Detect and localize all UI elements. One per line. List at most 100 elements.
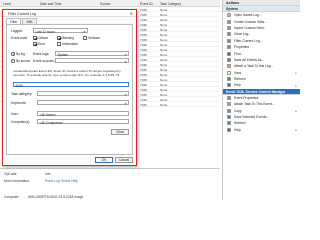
action-item-label: Save All Events As... — [234, 57, 265, 62]
computer-label: Computer: — [4, 195, 20, 199]
submenu-arrow-icon: ▸ — [295, 83, 297, 88]
dialog-titlebar: Filter Current Log ✕ — [3, 10, 136, 17]
save-icon — [227, 57, 231, 62]
more-info-link[interactable]: Event Log Online Help — [45, 179, 78, 183]
event-sources-label: Event sources: — [33, 59, 55, 63]
table-cell: 7036 — [140, 102, 147, 107]
action-item-label: Clear Log... — [234, 32, 252, 37]
event-details-pane: OpCode: Info More Information: Event Log… — [0, 168, 220, 200]
chevron-down-icon: ▼ — [83, 29, 86, 34]
radio-by-log-dot[interactable] — [11, 52, 15, 56]
copy-icon — [227, 108, 231, 113]
user-input[interactable]: <All Users> — [37, 111, 129, 117]
checkbox-error-box[interactable] — [33, 42, 37, 46]
checkbox-critical-box[interactable] — [33, 36, 37, 40]
event-id-hint: Includes/Excludes Event IDs: Enter ID nu… — [13, 69, 121, 78]
checkbox-error-label: Error — [38, 42, 46, 46]
opcode-label: OpCode: — [4, 172, 18, 176]
filter-current-log-dialog: Filter Current Log ✕ Filter XML Logged: … — [2, 9, 137, 166]
action-item-label: Refresh — [234, 77, 246, 82]
find-icon — [227, 51, 231, 56]
help-icon — [227, 127, 231, 132]
chevron-down-icon: ▼ — [124, 101, 127, 106]
action-item[interactable]: Help ▸ — [223, 82, 300, 88]
computer-input[interactable]: <All Computers> — [37, 119, 129, 125]
refresh-icon — [227, 77, 231, 82]
action-item-label: View — [234, 70, 242, 75]
task-category-label: Task category: — [11, 92, 33, 96]
dialog-title: Filter Current Log — [8, 11, 36, 16]
action-item[interactable]: Help ▸ — [223, 127, 300, 133]
checkbox-warning-box[interactable] — [57, 36, 61, 40]
event-id-input[interactable]: 6005 — [13, 82, 129, 88]
action-item-label: Properties — [234, 45, 250, 50]
clear-icon — [227, 32, 231, 37]
column-header-source[interactable]: Source — [100, 2, 110, 6]
logged-value: Last 12 hours — [35, 29, 55, 34]
checkbox-verbose[interactable]: Verbose — [83, 36, 100, 40]
radio-by-source[interactable]: By source — [11, 59, 30, 63]
column-header-event-id[interactable]: Event ID — [140, 2, 153, 6]
filter-icon — [227, 38, 231, 43]
cancel-button[interactable]: Cancel — [115, 157, 133, 163]
checkbox-information-box[interactable] — [57, 42, 61, 46]
action-item-label: Find... — [234, 51, 244, 56]
computer-field-label: Computer(s): — [11, 120, 31, 124]
checkbox-information[interactable]: Information — [57, 42, 78, 46]
filter-panel: Logged: Last 12 hours ▼ Event level: Cri… — [6, 24, 133, 155]
close-icon[interactable]: ✕ — [130, 11, 133, 16]
checkbox-verbose-label: Verbose — [88, 36, 100, 40]
action-item-label: Filter Current Log... — [234, 38, 263, 43]
action-item-label: Open Saved Log... — [234, 13, 262, 18]
actions-event-list: Event Properties Attach Task To This Even… — [223, 95, 300, 133]
action-item-label: Attach a Task To this Log... — [234, 64, 274, 69]
column-header-level[interactable]: Level — [3, 2, 11, 6]
task-icon — [227, 102, 231, 107]
task-icon — [227, 64, 231, 69]
action-item-label: Copy — [234, 108, 242, 113]
radio-by-log[interactable]: By log — [11, 52, 25, 56]
chevron-down-icon: ▼ — [124, 59, 127, 64]
event-logs-dropdown[interactable]: System ▼ — [55, 51, 129, 57]
view-icon — [227, 70, 231, 75]
radio-by-source-label: By source — [16, 59, 31, 63]
import-icon — [227, 25, 231, 30]
checkbox-verbose-box[interactable] — [83, 36, 87, 40]
action-item-label: Refresh — [234, 121, 246, 126]
checkbox-warning-label: Warning — [62, 36, 74, 40]
column-header-date[interactable]: Date and Time — [40, 2, 61, 6]
properties-icon — [227, 45, 231, 50]
properties-icon — [227, 95, 231, 100]
action-item-label: Create Custom View... — [234, 19, 267, 24]
save-icon — [227, 115, 231, 120]
help-icon — [227, 83, 231, 88]
task-category-dropdown[interactable]: ▼ — [37, 91, 129, 97]
checkbox-warning[interactable]: Warning — [57, 36, 74, 40]
checkbox-error[interactable]: Error — [33, 42, 45, 46]
column-header-task-category[interactable]: Task Category — [160, 2, 181, 6]
event-sources-dropdown[interactable]: ▼ — [55, 58, 129, 64]
user-label: User: — [11, 112, 19, 116]
refresh-icon — [227, 121, 231, 126]
ok-button[interactable]: OK — [95, 157, 113, 163]
table-cell: None — [160, 102, 168, 107]
filter-icon — [227, 19, 231, 24]
actions-pane: Actions System Open Saved Log... Create C… — [222, 0, 300, 200]
action-item-label: Help — [234, 127, 241, 132]
event-logs-label: Event logs: — [33, 52, 50, 56]
checkbox-critical-label: Critical — [38, 36, 48, 40]
clear-button[interactable]: Clear — [111, 129, 129, 135]
more-info-label: More Information: — [4, 179, 30, 183]
keywords-dropdown[interactable]: ▼ — [37, 100, 129, 106]
action-item-label: Attach Task To This Event... — [234, 102, 275, 107]
checkbox-information-label: Information — [62, 42, 79, 46]
logged-dropdown[interactable]: Last 12 hours ▼ — [33, 28, 88, 34]
checkbox-critical[interactable]: Critical — [33, 36, 48, 40]
computer-value: WIN-U8GRT4US3G-33.5-2018.image — [28, 195, 84, 199]
action-item-label: Import Custom View... — [234, 25, 267, 30]
radio-by-source-dot[interactable] — [11, 59, 15, 63]
keywords-label: Keywords: — [11, 101, 27, 105]
action-item-label: Event Properties — [234, 95, 259, 100]
folder-icon — [227, 13, 231, 18]
logged-label: Logged: — [11, 29, 23, 33]
